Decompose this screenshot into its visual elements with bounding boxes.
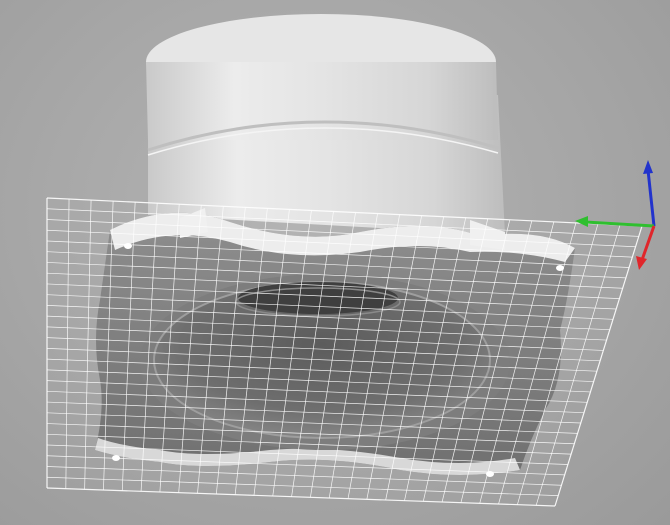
grid-line: [46, 487, 556, 507]
grid-line: [65, 199, 70, 489]
model-scene[interactable]: [0, 0, 670, 525]
grid-line: [46, 476, 559, 496]
3d-viewport[interactable]: [0, 0, 670, 525]
y-axis-arrow[interactable]: [575, 216, 655, 228]
mounting-hole-top-left[interactable]: [124, 243, 132, 249]
x-axis-arrow[interactable]: [636, 225, 656, 270]
grid-line: [84, 200, 92, 490]
z-axis-arrow[interactable]: [643, 160, 656, 227]
cylinder-body[interactable]: [146, 14, 505, 235]
axes-gizmo[interactable]: [575, 160, 656, 270]
